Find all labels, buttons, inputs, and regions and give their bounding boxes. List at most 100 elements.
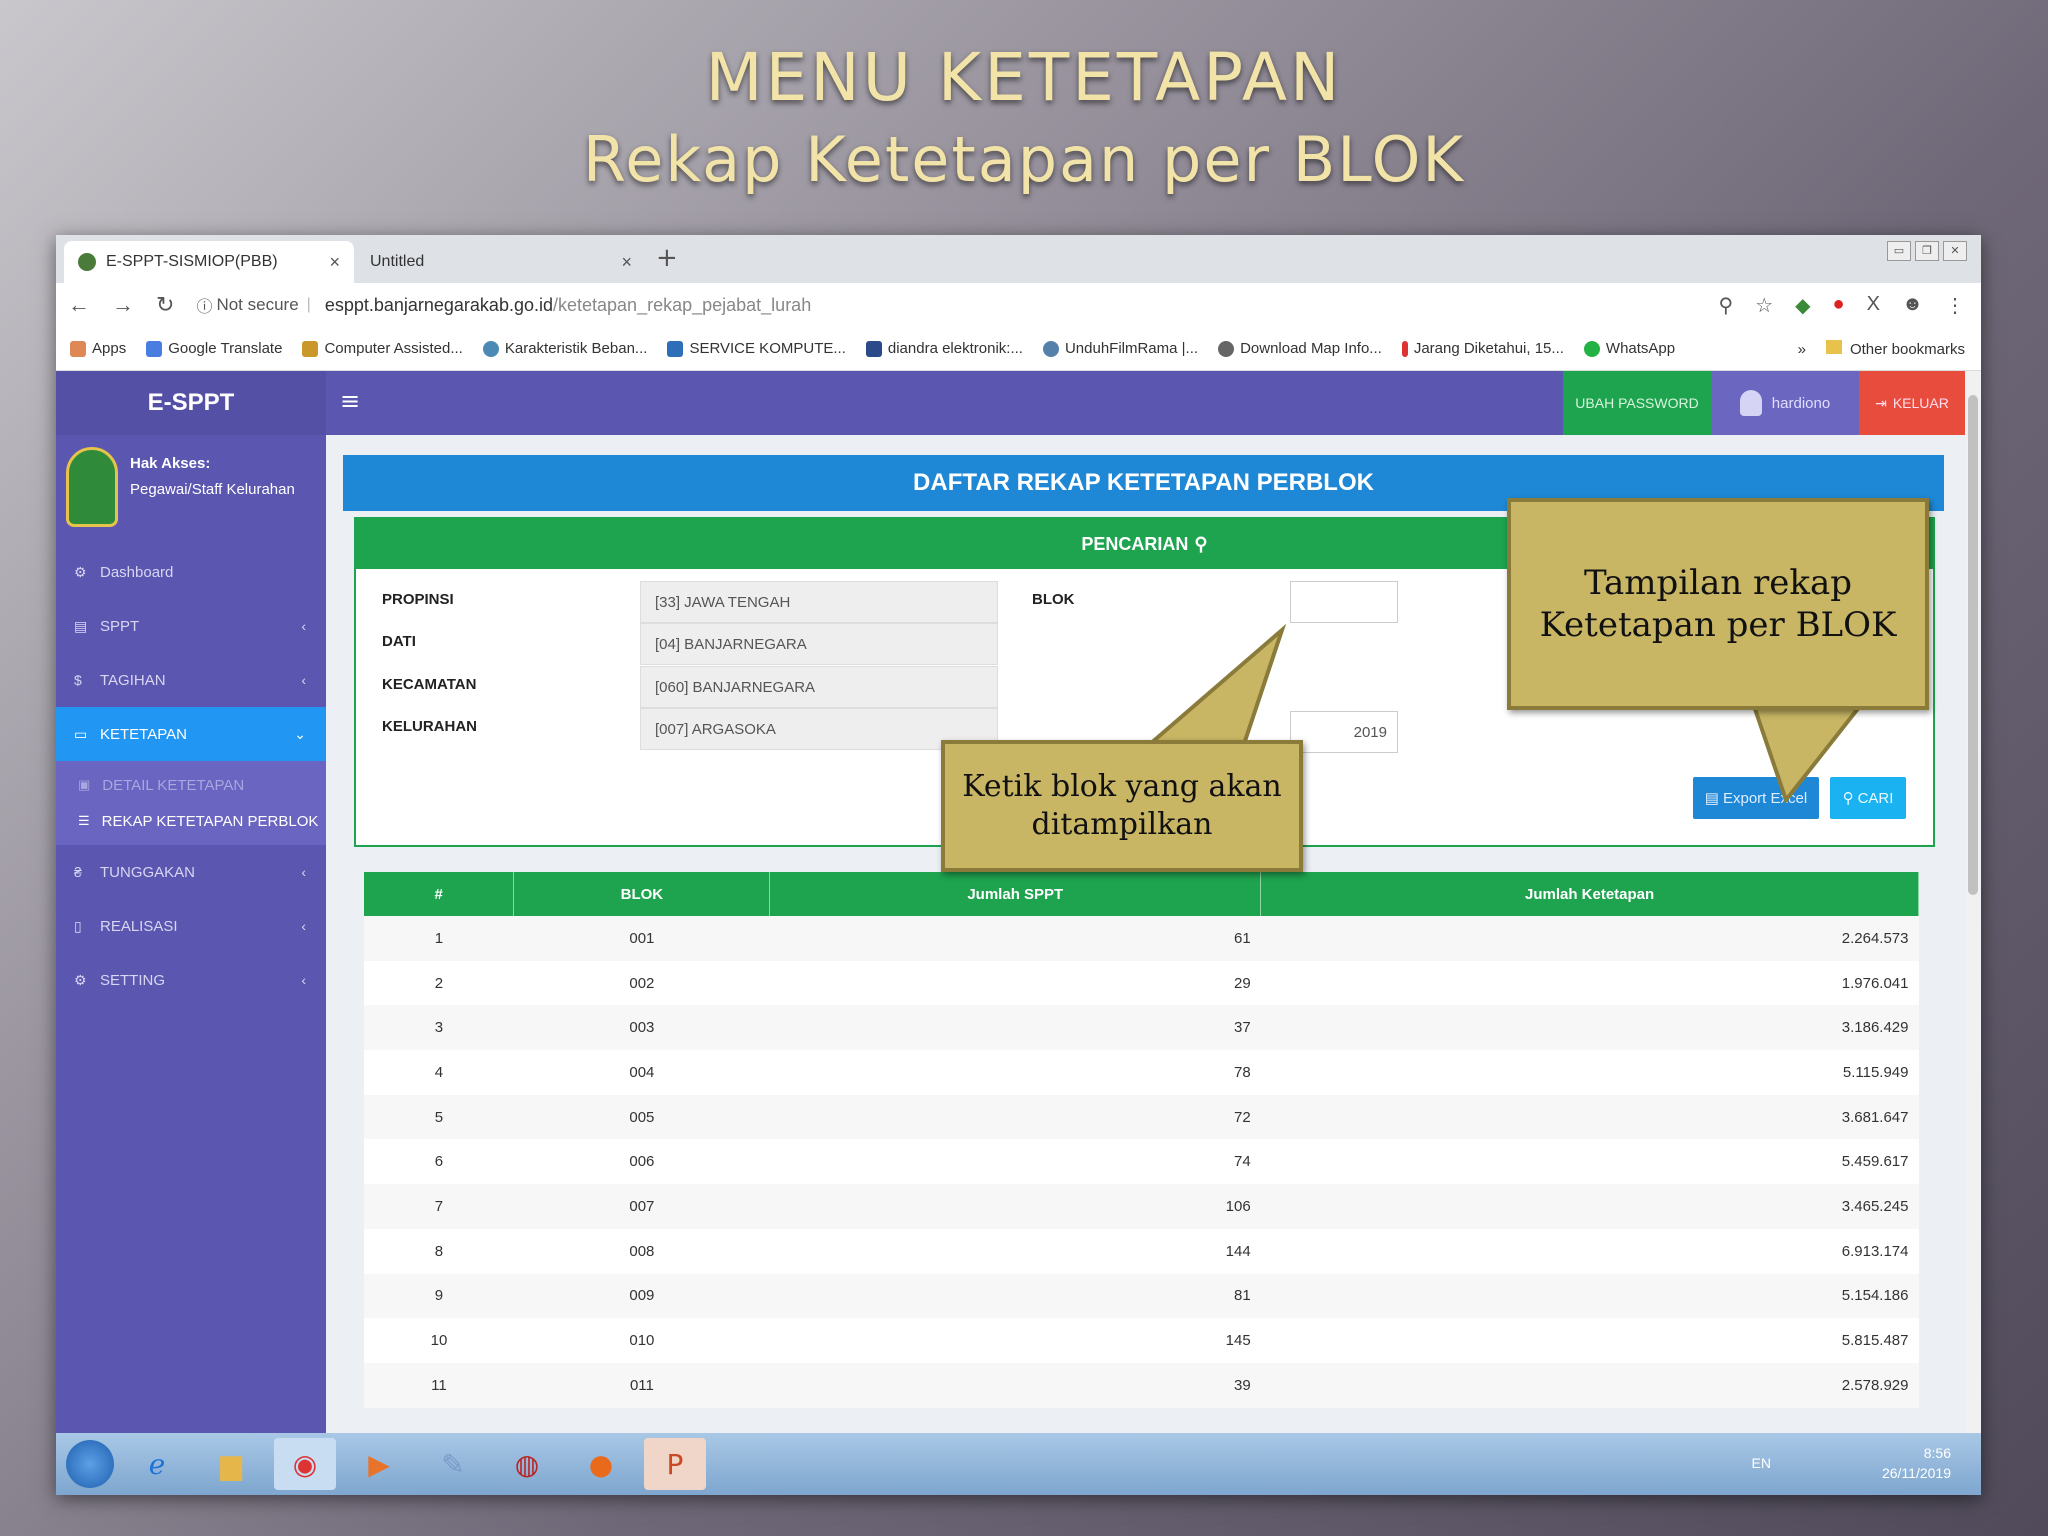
bookmark-item[interactable]: Jarang Diketahui, 15... <box>1401 340 1564 357</box>
export-excel-button[interactable]: ▤ Export Excel <box>1693 777 1819 819</box>
scrollbar-thumb[interactable] <box>1968 395 1978 895</box>
maximize-icon[interactable]: ❐ <box>1915 241 1939 261</box>
cell-blok: 011 <box>513 1362 770 1408</box>
file-explorer-icon[interactable]: ▆ <box>200 1438 262 1490</box>
zoom-icon[interactable]: ⚲ <box>1719 293 1734 318</box>
star-icon[interactable]: ☆ <box>1755 293 1773 318</box>
bookmark-item[interactable]: WhatsApp <box>1583 340 1675 357</box>
back-icon[interactable]: ← <box>68 292 90 318</box>
clock-date: 26/11/2019 <box>1881 1465 1951 1481</box>
x-extension-icon[interactable]: X <box>1867 293 1880 318</box>
tab-untitled[interactable]: Untitled × <box>356 241 646 283</box>
page-scrollbar[interactable] <box>1965 371 1981 1433</box>
sidebar-item-sppt[interactable]: ▤ SPPT ‹ <box>56 599 326 653</box>
cell-jumlah-sppt: 72 <box>769 1094 1261 1140</box>
bookmark-item[interactable]: Computer Assisted... <box>302 340 463 357</box>
sidebar-item-tagihan[interactable]: $ TAGIHAN ‹ <box>56 653 326 707</box>
list-icon: ☰ <box>78 813 90 828</box>
info-icon[interactable]: ⓘ <box>196 293 212 317</box>
internet-explorer-icon[interactable]: ℯ <box>126 1438 188 1490</box>
cell-number: 7 <box>364 1184 514 1229</box>
propinsi-field: [33] JAWA TENGAH <box>640 581 998 623</box>
table-row: 11 011 39 2.578.929 <box>364 1362 1919 1408</box>
bookmark-item[interactable]: Apps <box>70 340 126 357</box>
callout-rekap-hint: Tampilan rekap Ketetapan per BLOK <box>1507 498 1929 710</box>
firefox-icon[interactable]: ● <box>570 1438 632 1490</box>
slide-title-line2: Rekap Ketetapan per BLOK <box>582 123 1466 196</box>
rekap-table: # BLOK Jumlah SPPT Jumlah Ketetapan 1 001… <box>364 872 1919 1408</box>
bookmark-item[interactable]: SERVICE KOMPUTE... <box>667 340 846 357</box>
chevron-left-icon: ‹ <box>301 672 306 688</box>
close-tab-icon[interactable]: × <box>621 252 632 273</box>
cell-blok: 006 <box>513 1139 770 1185</box>
tab-label: Untitled <box>370 253 425 270</box>
app-icon[interactable]: ◍ <box>496 1438 558 1490</box>
user-menu-button[interactable]: hardiono <box>1711 371 1859 435</box>
url-field[interactable]: esppt.banjarnegarakab.go.id/ketetapan_re… <box>325 295 811 316</box>
other-bookmarks[interactable]: » Other bookmarks <box>1798 340 1965 358</box>
table-row: 8 008 144 6.913.174 <box>364 1228 1919 1274</box>
wordpress-icon <box>482 340 499 357</box>
bookmark-item[interactable]: Google Translate <box>146 340 282 357</box>
submenu-item-rekap-ketetapan-perblok[interactable]: ☰ REKAP KETETAPAN PERBLOK <box>56 803 326 839</box>
menu-kebab-icon[interactable]: ⋮ <box>1945 293 1965 318</box>
sidebar-item-label: SPPT <box>100 617 140 635</box>
close-tab-icon[interactable]: × <box>329 252 340 273</box>
sidebar-item-dashboard[interactable]: ⚙ Dashboard <box>56 545 326 599</box>
chevron-left-icon: ‹ <box>301 618 306 634</box>
cell-jumlah-sppt: 106 <box>769 1184 1261 1229</box>
bookmark-label: Jarang Diketahui, 15... <box>1413 340 1564 357</box>
column-header-number[interactable]: # <box>364 872 515 916</box>
sidebar-item-label: REALISASI <box>100 917 178 935</box>
column-header-jumlah-ketetapan[interactable]: Jumlah Ketetapan <box>1260 872 1919 916</box>
paint-icon[interactable]: ✎ <box>422 1438 484 1490</box>
slide-title: MENU KETETAPAN Rekap Ketetapan per BLOK <box>0 38 2048 202</box>
new-tab-button[interactable]: + <box>656 243 678 273</box>
media-player-icon[interactable]: ▶ <box>348 1438 410 1490</box>
brand-logo[interactable]: E-SPPT <box>56 371 326 435</box>
bookmark-label: Computer Assisted... <box>324 340 463 357</box>
cell-number: 5 <box>364 1094 514 1140</box>
more-bookmarks-icon[interactable]: » <box>1798 341 1806 358</box>
sidebar: E-SPPT Hak Akses: Pegawai/Staff Keluraha… <box>56 371 326 1433</box>
cari-button[interactable]: ⚲ CARI <box>1830 777 1906 819</box>
sidebar-item-label: TUNGGAKAN <box>100 863 196 881</box>
profile-icon[interactable]: ☻ <box>1902 293 1923 318</box>
tab-esppt[interactable]: E-SPPT-SISMIOP(PBB) × <box>64 241 354 283</box>
bookmark-item[interactable]: Download Map Info... <box>1218 340 1382 357</box>
hamburger-menu-icon[interactable]: ≡ <box>340 387 360 415</box>
language-indicator[interactable]: EN <box>1752 1453 1771 1473</box>
close-window-icon[interactable]: ✕ <box>1943 241 1967 261</box>
column-header-jumlah-sppt[interactable]: Jumlah SPPT <box>769 872 1262 916</box>
submenu-item-detail-ketetapan[interactable]: ▣ DETAIL KETETAPAN <box>56 767 326 803</box>
bookmark-item[interactable]: diandra elektronik:... <box>865 340 1023 357</box>
sidebar-item-tunggakan[interactable]: ₴ TUNGGAKAN ‹ <box>56 845 326 899</box>
column-header-blok[interactable]: BLOK <box>513 872 771 916</box>
keluar-button[interactable]: ⇥ KELUAR <box>1859 371 1965 435</box>
adblock-icon[interactable]: ● <box>1833 293 1845 318</box>
table-row: 7 007 106 3.465.245 <box>364 1184 1919 1229</box>
sidebar-item-realisasi[interactable]: ▯ REALISASI ‹ <box>56 899 326 953</box>
sidebar-item-setting[interactable]: ⚙ SETTING ‹ <box>56 953 326 1007</box>
bookmark-item[interactable]: UnduhFilmRama |... <box>1042 340 1198 357</box>
cell-jumlah-sppt: 61 <box>769 916 1261 961</box>
access-role: Pegawai/Staff Kelurahan <box>130 481 295 498</box>
bookmark-item[interactable]: Karakteristik Beban... <box>482 340 647 357</box>
money-icon: $ <box>74 672 82 688</box>
blok-input[interactable] <box>1290 581 1398 623</box>
cell-number: 9 <box>364 1273 514 1319</box>
tahun-input[interactable]: 2019 <box>1290 711 1398 753</box>
reload-icon[interactable]: ↻ <box>156 292 174 318</box>
cari-label: CARI <box>1857 789 1894 807</box>
blok-label: BLOK <box>1032 591 1075 608</box>
cell-jumlah-ketetapan: 3.681.647 <box>1260 1094 1919 1140</box>
minimize-icon[interactable]: ▭ <box>1887 241 1911 261</box>
windows-start-icon[interactable] <box>66 1440 114 1488</box>
regency-crest-icon <box>66 447 118 527</box>
ubah-password-button[interactable]: UBAH PASSWORD <box>1563 371 1711 435</box>
forward-icon[interactable]: → <box>112 292 134 318</box>
sidebar-item-ketetapan[interactable]: ▭ KETETAPAN ⌄ <box>56 707 326 761</box>
chrome-icon[interactable]: ◉ <box>274 1438 336 1490</box>
powerpoint-icon[interactable]: P <box>644 1438 706 1490</box>
extension-icon[interactable]: ◆ <box>1795 293 1810 318</box>
